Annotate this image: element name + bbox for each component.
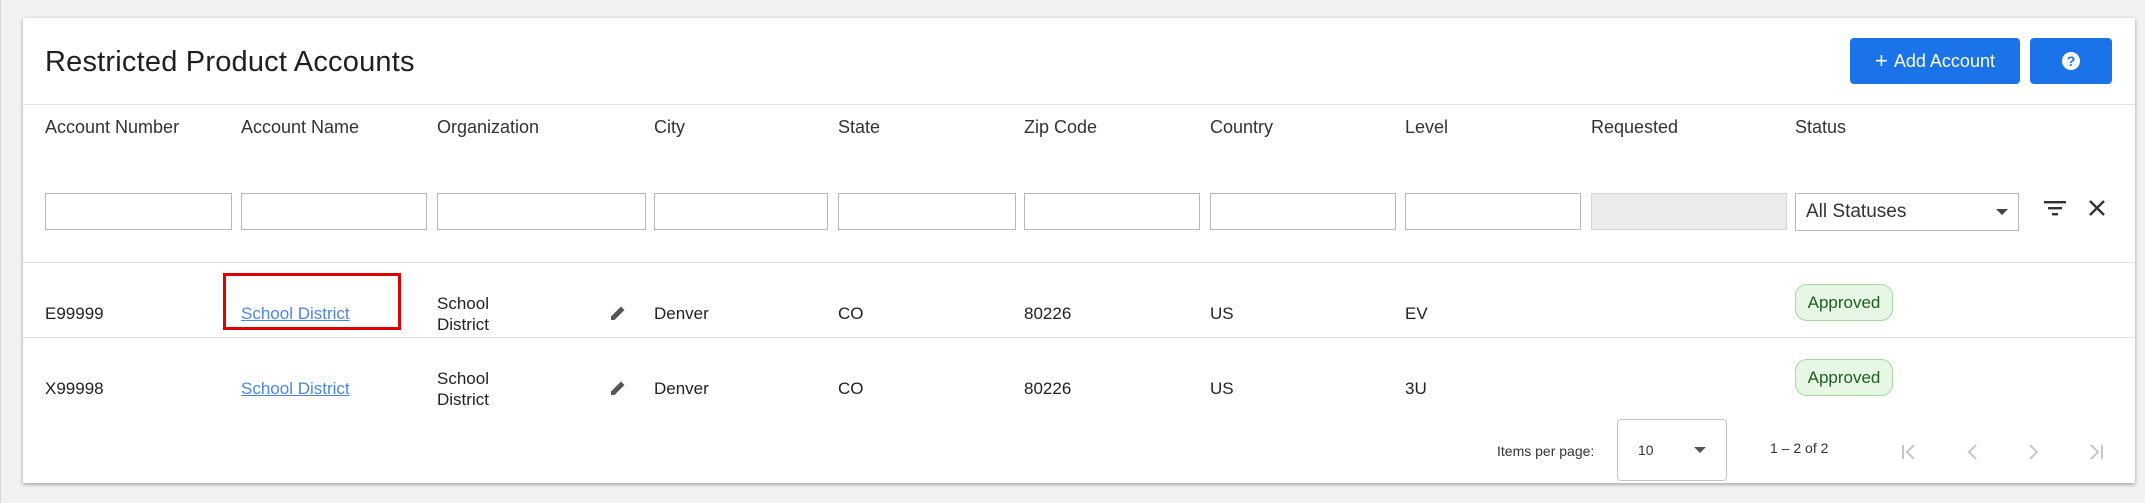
last-page-icon[interactable] xyxy=(2086,442,2106,468)
help-button[interactable]: ? xyxy=(2030,38,2112,84)
header-divider xyxy=(23,104,2135,105)
account-number-filter-input[interactable] xyxy=(45,193,232,230)
row2-level: 3U xyxy=(1405,379,1427,398)
items-per-page-value: 10 xyxy=(1638,442,1654,458)
add-account-label: Add Account xyxy=(1893,50,1995,71)
row1-organization: School District xyxy=(437,293,489,335)
row2-edit-icon[interactable] xyxy=(608,378,628,403)
row1-level: EV xyxy=(1405,304,1428,323)
row2-country: US xyxy=(1210,379,1234,398)
items-per-page-label: Items per page: xyxy=(1497,443,1595,459)
column-header-organization[interactable]: Organization xyxy=(437,117,539,138)
accounts-card: Restricted Product Accounts + Add Accoun… xyxy=(23,18,2135,483)
city-filter-input[interactable] xyxy=(654,193,828,230)
column-header-account-name[interactable]: Account Name xyxy=(241,117,359,138)
row1-edit-icon[interactable] xyxy=(608,303,628,328)
organization-filter-input[interactable] xyxy=(437,193,646,230)
level-filter-input[interactable] xyxy=(1405,193,1581,230)
chevron-down-icon xyxy=(1694,447,1706,453)
state-filter-input[interactable] xyxy=(838,193,1016,230)
zip-code-filter-input[interactable] xyxy=(1024,193,1200,230)
row1-account-number: E99999 xyxy=(45,304,104,323)
next-page-icon[interactable] xyxy=(2023,442,2043,468)
column-header-country[interactable]: Country xyxy=(1210,117,1273,138)
account-name-filter-input[interactable] xyxy=(241,193,427,230)
row2-city: Denver xyxy=(654,379,709,398)
row2-account-name-link[interactable]: School District xyxy=(241,379,350,399)
column-header-account-number[interactable]: Account Number xyxy=(45,117,179,138)
pagination-range: 1 – 2 of 2 xyxy=(1770,440,1829,456)
row2-zip: 80226 xyxy=(1024,379,1072,398)
clear-filters-icon[interactable] xyxy=(2087,198,2107,223)
column-header-level[interactable]: Level xyxy=(1405,117,1448,138)
filter-icon[interactable] xyxy=(2043,198,2067,223)
column-header-zip-code[interactable]: Zip Code xyxy=(1024,117,1097,138)
row1-organization-line2: District xyxy=(437,315,489,334)
row2-state: CO xyxy=(838,379,864,398)
status-filter-select[interactable]: All Statuses xyxy=(1795,193,2019,231)
page-title: Restricted Product Accounts xyxy=(45,46,415,78)
row1-status-badge: Approved xyxy=(1795,284,1893,321)
row1-country: US xyxy=(1210,304,1234,323)
row1-state: CO xyxy=(838,304,864,323)
items-per-page-select[interactable]: 10 xyxy=(1617,419,1727,481)
column-header-requested[interactable]: Requested xyxy=(1591,117,1678,138)
highlight-box xyxy=(223,273,401,330)
row1-organization-line1: School xyxy=(437,294,489,313)
row2-status-badge: Approved xyxy=(1795,359,1893,396)
previous-page-icon[interactable] xyxy=(1963,442,1983,468)
column-header-status[interactable]: Status xyxy=(1795,117,1846,138)
filter-divider xyxy=(23,262,2135,263)
row2-organization-line1: School xyxy=(437,369,489,388)
country-filter-input[interactable] xyxy=(1210,193,1396,230)
row-divider xyxy=(23,337,2135,338)
page-frame: Restricted Product Accounts + Add Accoun… xyxy=(0,0,2145,503)
add-account-button[interactable]: + Add Account xyxy=(1850,38,2020,84)
requested-filter-input xyxy=(1591,193,1787,230)
help-icon: ? xyxy=(2062,52,2080,70)
row2-organization: School District xyxy=(437,368,489,410)
status-filter-value: All Statuses xyxy=(1806,201,1907,222)
row1-zip: 80226 xyxy=(1024,304,1072,323)
plus-icon: + xyxy=(1875,48,1888,73)
svg-text:?: ? xyxy=(2067,53,2076,69)
row2-organization-line2: District xyxy=(437,390,489,409)
chevron-down-icon xyxy=(1996,209,2008,215)
row1-city: Denver xyxy=(654,304,709,323)
first-page-icon[interactable] xyxy=(1899,442,1919,468)
column-header-city[interactable]: City xyxy=(654,117,685,138)
row2-account-number: X99998 xyxy=(45,379,104,398)
column-header-state[interactable]: State xyxy=(838,117,880,138)
